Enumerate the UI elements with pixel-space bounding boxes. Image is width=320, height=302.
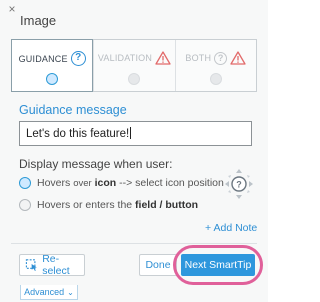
add-note-link[interactable]: + Add Note (205, 222, 257, 234)
mode-radio-guidance[interactable] (46, 73, 59, 85)
mode-validation[interactable]: VALIDATION (93, 40, 174, 91)
panel-title: Image (20, 13, 57, 28)
reselect-icon (25, 259, 37, 271)
icon-position-picker[interactable]: ? (223, 167, 255, 201)
smarttip-panel: × Image GUIDANCE ? VALIDATION BOTH ? Gui… (0, 0, 268, 302)
mode-both[interactable]: BOTH ? (174, 40, 256, 91)
option-hover-icon-radio[interactable] (19, 177, 31, 189)
mode-label-guidance: GUIDANCE (18, 53, 68, 64)
guidance-message-value: Let's do this feature! (26, 128, 130, 140)
option-hover-field-radio[interactable] (19, 199, 31, 211)
footer-divider (11, 243, 257, 244)
display-label: Display message when user: (19, 157, 173, 171)
option-hover-field[interactable]: Hovers or enters the field / button (19, 199, 198, 211)
mode-radio-validation[interactable] (128, 73, 141, 85)
question-icon: ? (214, 51, 228, 65)
option-hover-icon[interactable]: Hovers over icon --> select icon positio… (19, 177, 224, 189)
option-hover-icon-text: Hovers over icon --> select icon positio… (37, 177, 224, 189)
question-icon: ? (70, 51, 86, 66)
warning-icon (230, 51, 246, 65)
svg-text:?: ? (236, 180, 242, 190)
advanced-dropdown[interactable]: Advanced ⌄ (20, 285, 78, 300)
guidance-message-input[interactable]: Let's do this feature! (19, 121, 252, 146)
mode-guidance[interactable]: GUIDANCE ? (11, 39, 94, 92)
chevron-down-icon: ⌄ (67, 287, 74, 297)
mode-selector: GUIDANCE ? VALIDATION BOTH ? (11, 39, 257, 92)
warning-icon (155, 51, 171, 65)
done-button[interactable]: Done (139, 254, 177, 276)
mode-label-validation: VALIDATION (97, 53, 153, 63)
reselect-button[interactable]: Re-select (19, 253, 85, 277)
mode-label-both: BOTH (185, 53, 212, 63)
next-smarttip-button[interactable]: Next SmartTip (181, 254, 255, 276)
guidance-heading: Guidance message (19, 103, 127, 117)
mode-radio-both[interactable] (209, 73, 222, 85)
text-cursor (130, 127, 132, 139)
reselect-label: Re-select (42, 253, 70, 277)
option-hover-field-text: Hovers or enters the field / button (37, 199, 199, 211)
advanced-label: Advanced (24, 287, 65, 297)
close-icon[interactable]: × (5, 2, 19, 16)
